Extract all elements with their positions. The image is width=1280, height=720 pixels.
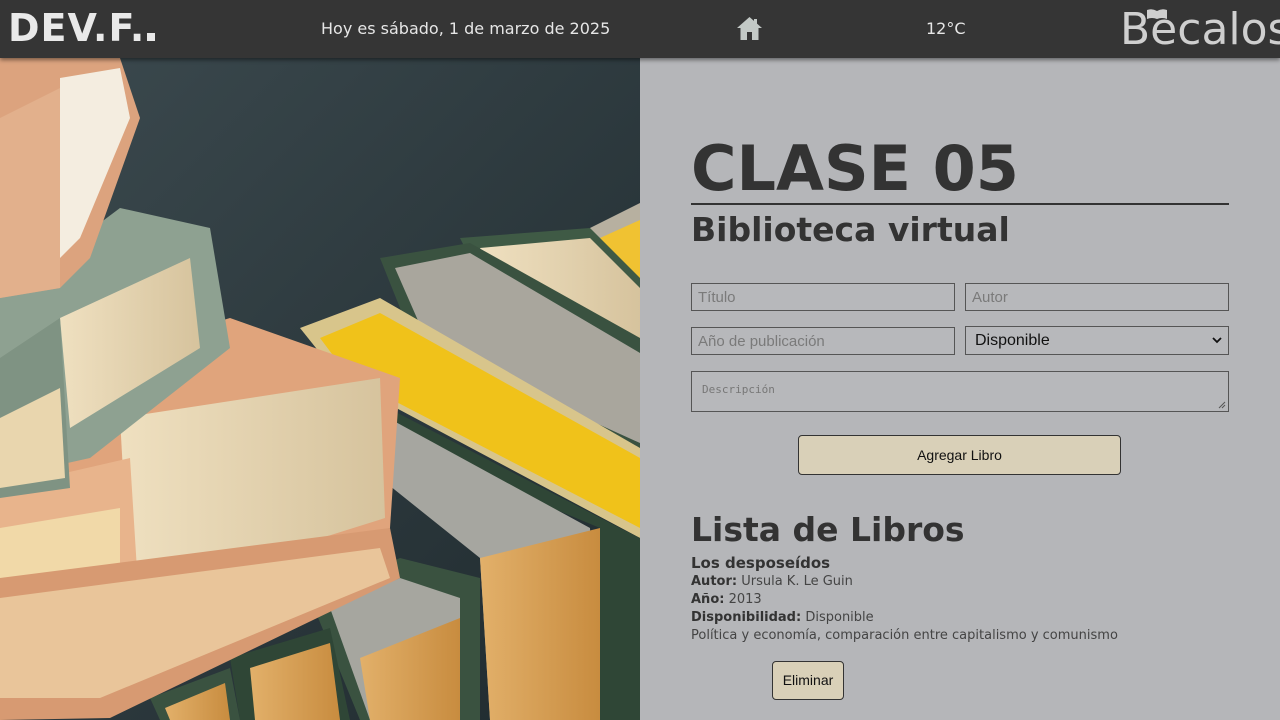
disponibilidad-select[interactable]: Disponible	[965, 326, 1229, 355]
book-author-label: Autor:	[691, 574, 738, 589]
main-panel: CLASE 05 Biblioteca virtual Disponible D…	[640, 58, 1280, 720]
devf-logo[interactable]: DEV.F.	[8, 6, 156, 50]
delete-book-button[interactable]: Eliminar	[772, 661, 844, 700]
descripcion-textarea[interactable]: Descripción	[691, 371, 1229, 412]
book-availability: Disponibilidad: Disponible	[691, 609, 874, 627]
book-availability-label: Disponibilidad:	[691, 610, 802, 625]
book-author: Autor: Ursula K. Le Guin	[691, 573, 853, 591]
book-title: Los desposeídos	[691, 554, 831, 572]
current-date: Hoy es sábado, 1 de marzo de 2025	[321, 19, 611, 38]
resize-grip-icon[interactable]	[1218, 401, 1226, 409]
book-year-label: Año:	[691, 592, 725, 607]
top-bar: DEV.F. Hoy es sábado, 1 de marzo de 2025…	[0, 0, 1280, 58]
chevron-down-icon	[1212, 337, 1222, 344]
page-subtitle: Biblioteca virtual	[691, 210, 1010, 249]
open-book-icon	[1147, 9, 1167, 19]
add-book-button[interactable]: Agregar Libro	[798, 435, 1121, 475]
book-availability-value: Disponible	[805, 610, 874, 625]
book-list-heading: Lista de Libros	[691, 510, 965, 549]
becalos-logo[interactable]: Becalos	[1120, 6, 1280, 54]
book-year: Año: 2013	[691, 591, 762, 609]
page-title: CLASE 05	[691, 132, 1019, 205]
home-icon[interactable]	[736, 16, 763, 41]
anio-input[interactable]	[691, 327, 955, 355]
titulo-input[interactable]	[691, 283, 955, 311]
logo-square	[147, 33, 156, 41]
temperature: 12°C	[926, 19, 966, 38]
disponibilidad-selected-value: Disponible	[975, 332, 1050, 349]
books-photo	[0, 58, 640, 720]
becalos-logo-text: Becalos	[1120, 4, 1280, 55]
book-description: Política y economía, comparación entre c…	[691, 628, 1118, 643]
devf-logo-text: DEV.F.	[8, 6, 146, 50]
descripcion-placeholder: Descripción	[702, 383, 775, 396]
title-divider	[691, 203, 1229, 205]
book-year-value: 2013	[728, 592, 762, 607]
autor-input[interactable]	[965, 283, 1229, 311]
book-author-value: Ursula K. Le Guin	[741, 574, 853, 589]
